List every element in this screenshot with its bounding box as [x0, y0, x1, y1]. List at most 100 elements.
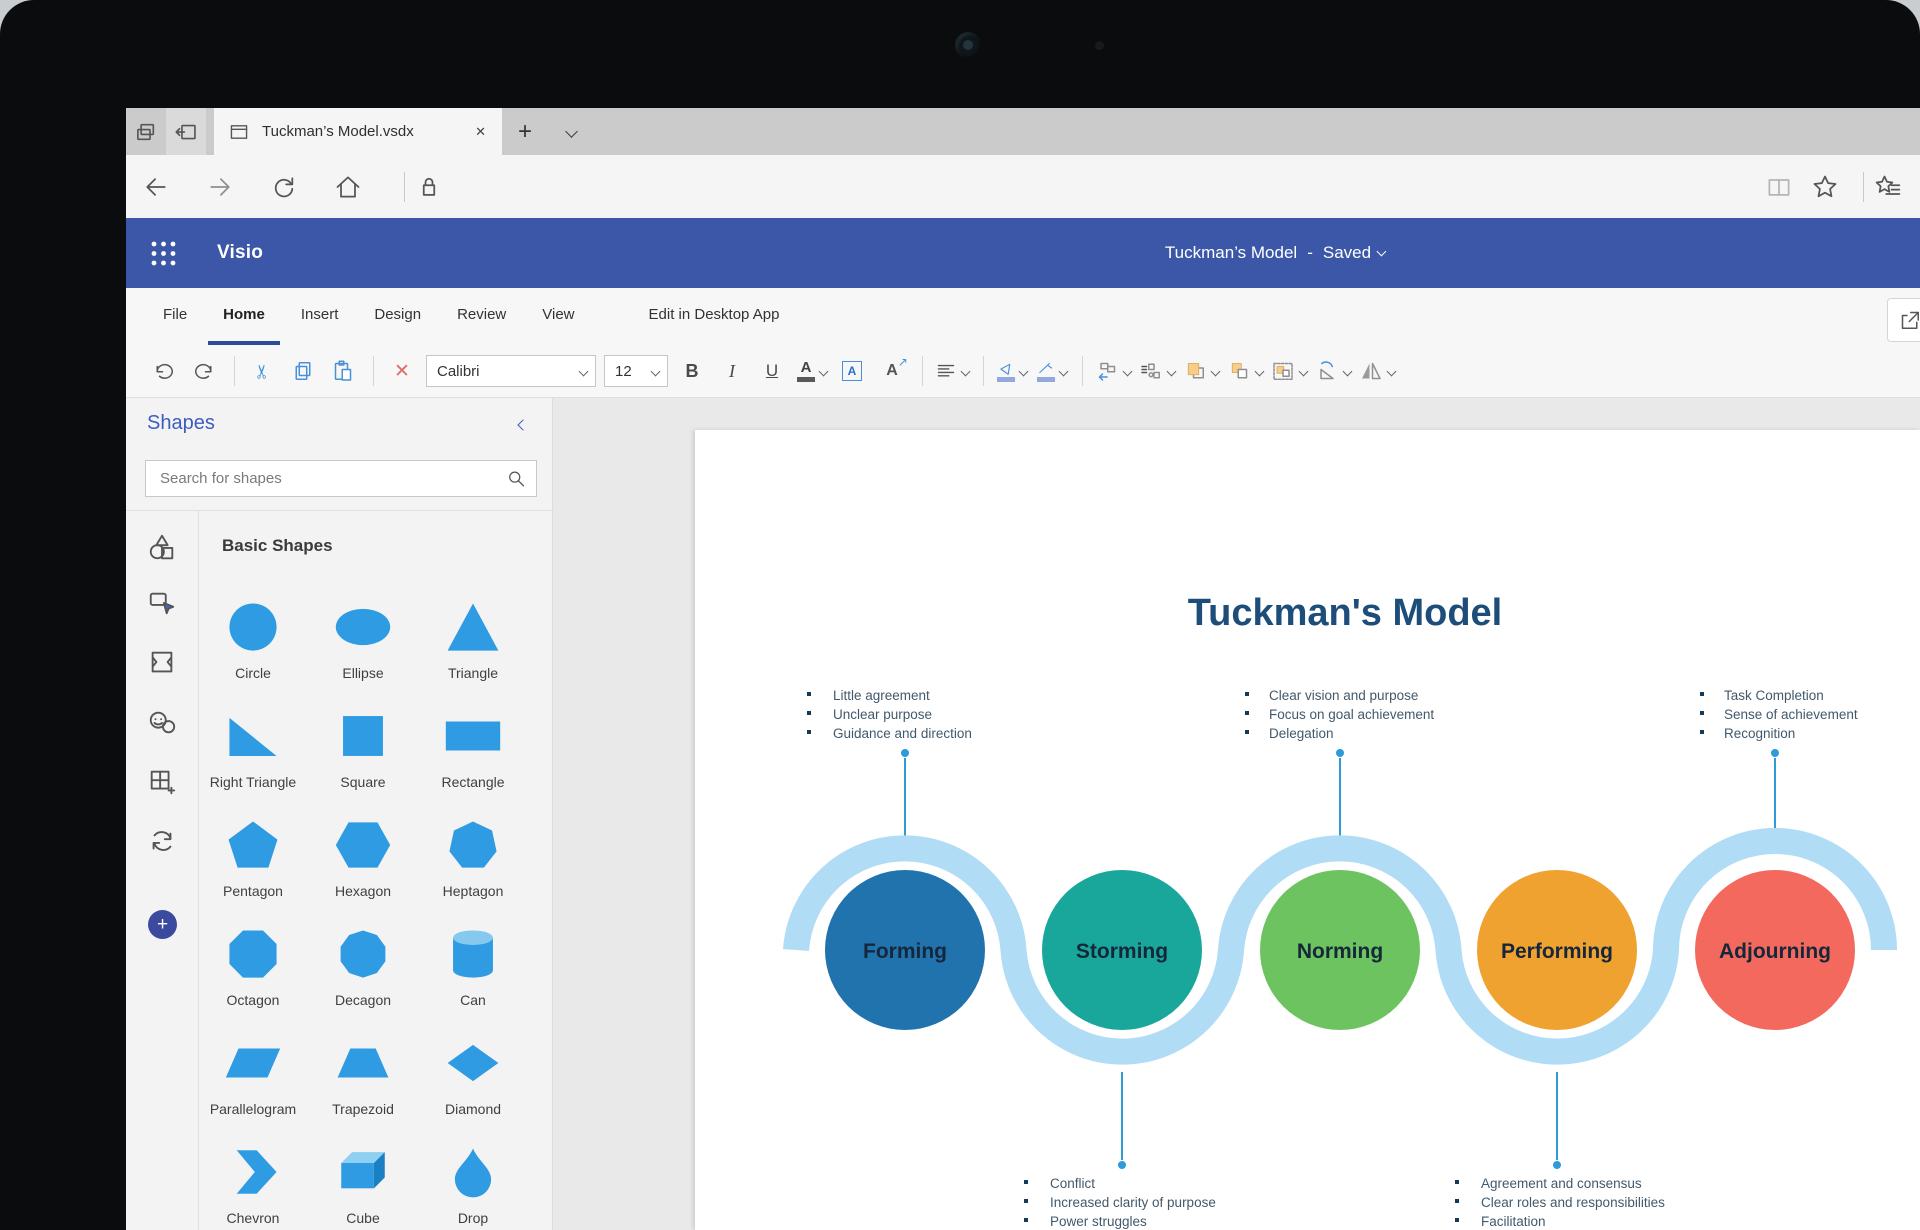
home-icon[interactable]	[334, 173, 362, 201]
doc-title: Tuckman’s Model	[1165, 243, 1297, 263]
fill-color-icon[interactable]	[996, 353, 1028, 389]
shape-trapezoid[interactable]: Trapezoid	[332, 1026, 394, 1135]
back-icon[interactable]	[142, 173, 170, 201]
send-backward-icon[interactable]	[1227, 353, 1263, 389]
font-name-select[interactable]: Calibri	[426, 355, 596, 387]
cut-icon[interactable]: ✂	[247, 353, 279, 389]
bring-forward-icon[interactable]	[1183, 353, 1219, 389]
favorite-star-icon[interactable]	[1811, 173, 1839, 201]
text-block-icon[interactable]: A	[836, 353, 868, 389]
line-color-icon[interactable]	[1036, 353, 1068, 389]
delete-icon[interactable]: ✕	[386, 353, 418, 389]
shape-right-triangle[interactable]: Right Triangle	[210, 699, 296, 808]
forward-icon[interactable]	[206, 173, 234, 201]
group-icon[interactable]	[1271, 353, 1307, 389]
quick-shapes-icon[interactable]	[147, 588, 177, 618]
svg-text:Delegation: Delegation	[1269, 726, 1334, 741]
tab-edit-in-desktop-app[interactable]: Edit in Desktop App	[634, 288, 795, 345]
italic-button[interactable]: I	[716, 353, 748, 389]
pentagon-shape-icon	[224, 816, 282, 874]
shape-chevron[interactable]: Chevron	[224, 1135, 282, 1230]
font-size-select[interactable]: 12	[604, 355, 668, 387]
rotate-icon[interactable]	[1315, 353, 1351, 389]
copy-icon[interactable]	[287, 353, 319, 389]
refresh-icon[interactable]	[270, 173, 298, 201]
cycle-stencil-icon[interactable]	[147, 826, 177, 856]
bold-button[interactable]: B	[676, 353, 708, 389]
tab-review[interactable]: Review	[442, 288, 521, 345]
table-stencil-icon[interactable]	[147, 767, 177, 797]
add-stencil-icon[interactable]: +	[148, 910, 177, 939]
octagon-shape-icon	[224, 925, 282, 983]
shape-cube[interactable]: Cube	[334, 1135, 392, 1230]
shape-ellipse[interactable]: Ellipse	[334, 590, 392, 699]
font-color-icon[interactable]: A	[796, 353, 828, 389]
shape-drop[interactable]: Drop	[444, 1135, 502, 1230]
shape-circle[interactable]: Circle	[224, 590, 282, 699]
shape-label: Trapezoid	[332, 1101, 394, 1117]
drawing-canvas[interactable]: Tuckman's Model	[553, 398, 1920, 1230]
shape-diamond[interactable]: Diamond	[444, 1026, 502, 1135]
shape-triangle[interactable]: Triangle	[444, 590, 502, 699]
close-tab-icon[interactable]: ✕	[469, 120, 492, 144]
shape-parallelogram[interactable]: Parallelogram	[210, 1026, 296, 1135]
stage-label: Performing	[1501, 940, 1613, 963]
search-input[interactable]	[158, 469, 506, 488]
connection-points-icon[interactable]	[1139, 353, 1175, 389]
shape-heptagon[interactable]: Heptagon	[443, 808, 504, 917]
paste-icon[interactable]	[327, 353, 359, 389]
heptagon-shape-icon	[444, 816, 502, 874]
align-icon[interactable]	[935, 353, 969, 389]
tab-file[interactable]: File	[148, 288, 202, 345]
svg-text:Facilitation: Facilitation	[1481, 1214, 1546, 1229]
share-button[interactable]	[1887, 298, 1920, 342]
smileys-stencil-icon[interactable]	[147, 707, 177, 737]
ribbon-toolbar: ✂ ✕ Calibri 12 B I U A A A↗	[126, 345, 1920, 398]
new-tab-icon[interactable]: +	[502, 108, 548, 155]
document-title-bar[interactable]: Tuckman’s Model - Saved	[1165, 243, 1385, 263]
drawing-page[interactable]: Tuckman's Model	[695, 430, 1920, 1230]
redo-icon[interactable]	[188, 353, 220, 389]
tab-preview-toggle-icon[interactable]	[126, 108, 166, 155]
shapes-panel: Shapes	[126, 398, 553, 1230]
more-shapes-icon[interactable]	[147, 532, 177, 562]
svg-text:Conflict: Conflict	[1050, 1176, 1095, 1191]
notes-norming[interactable]: Clear vision and purpose Focus on goal a…	[1245, 688, 1434, 741]
svg-text:Sense of achievement: Sense of achievement	[1724, 707, 1858, 722]
svg-text:Clear roles and responsibiliti: Clear roles and responsibilities	[1481, 1195, 1665, 1210]
shape-search-box[interactable]	[145, 460, 537, 497]
tab-view[interactable]: View	[527, 288, 589, 345]
diagram-title[interactable]: Tuckman's Model	[1188, 592, 1503, 634]
shape-octagon[interactable]: Octagon	[224, 917, 282, 1026]
shape-hexagon[interactable]: Hexagon	[334, 808, 392, 917]
notes-forming[interactable]: Little agreement Unclear purpose Guidanc…	[807, 688, 972, 741]
app-launcher-icon[interactable]	[150, 240, 177, 267]
shape-pentagon[interactable]: Pentagon	[223, 808, 283, 917]
flip-icon[interactable]	[1359, 353, 1395, 389]
shape-square[interactable]: Square	[334, 699, 392, 808]
hub-favorites-icon[interactable]	[1874, 173, 1902, 201]
notes-adjourning[interactable]: Task Completion Sense of achievement Rec…	[1700, 688, 1858, 741]
banner-stencil-icon[interactable]	[147, 647, 177, 677]
set-tabs-aside-icon[interactable]	[166, 108, 206, 155]
tab-list-chevron-icon[interactable]	[548, 108, 590, 155]
tab-design[interactable]: Design	[359, 288, 436, 345]
collapse-panel-icon[interactable]	[514, 416, 528, 430]
shape-can[interactable]: Can	[444, 917, 502, 1026]
chevron-shape-icon	[224, 1143, 282, 1201]
notes-storming[interactable]: Conflict Increased clarity of purpose Po…	[1024, 1176, 1216, 1229]
position-icon[interactable]	[1095, 353, 1131, 389]
undo-icon[interactable]	[148, 353, 180, 389]
shape-rectangle[interactable]: Rectangle	[441, 699, 504, 808]
tab-insert[interactable]: Insert	[286, 288, 354, 345]
reading-view-icon[interactable]	[1765, 173, 1793, 201]
underline-button[interactable]: U	[756, 353, 788, 389]
shape-decagon[interactable]: Decagon	[334, 917, 392, 1026]
search-icon[interactable]	[506, 469, 526, 489]
lock-icon[interactable]	[415, 173, 443, 201]
diamond-shape-icon	[444, 1034, 502, 1092]
browser-tab[interactable]: Tuckman’s Model.vsdx ✕	[214, 108, 502, 155]
notes-performing[interactable]: Agreement and consensus Clear roles and …	[1455, 1176, 1665, 1229]
tab-home[interactable]: Home	[208, 288, 280, 345]
grow-font-icon[interactable]: A↗	[876, 353, 908, 389]
